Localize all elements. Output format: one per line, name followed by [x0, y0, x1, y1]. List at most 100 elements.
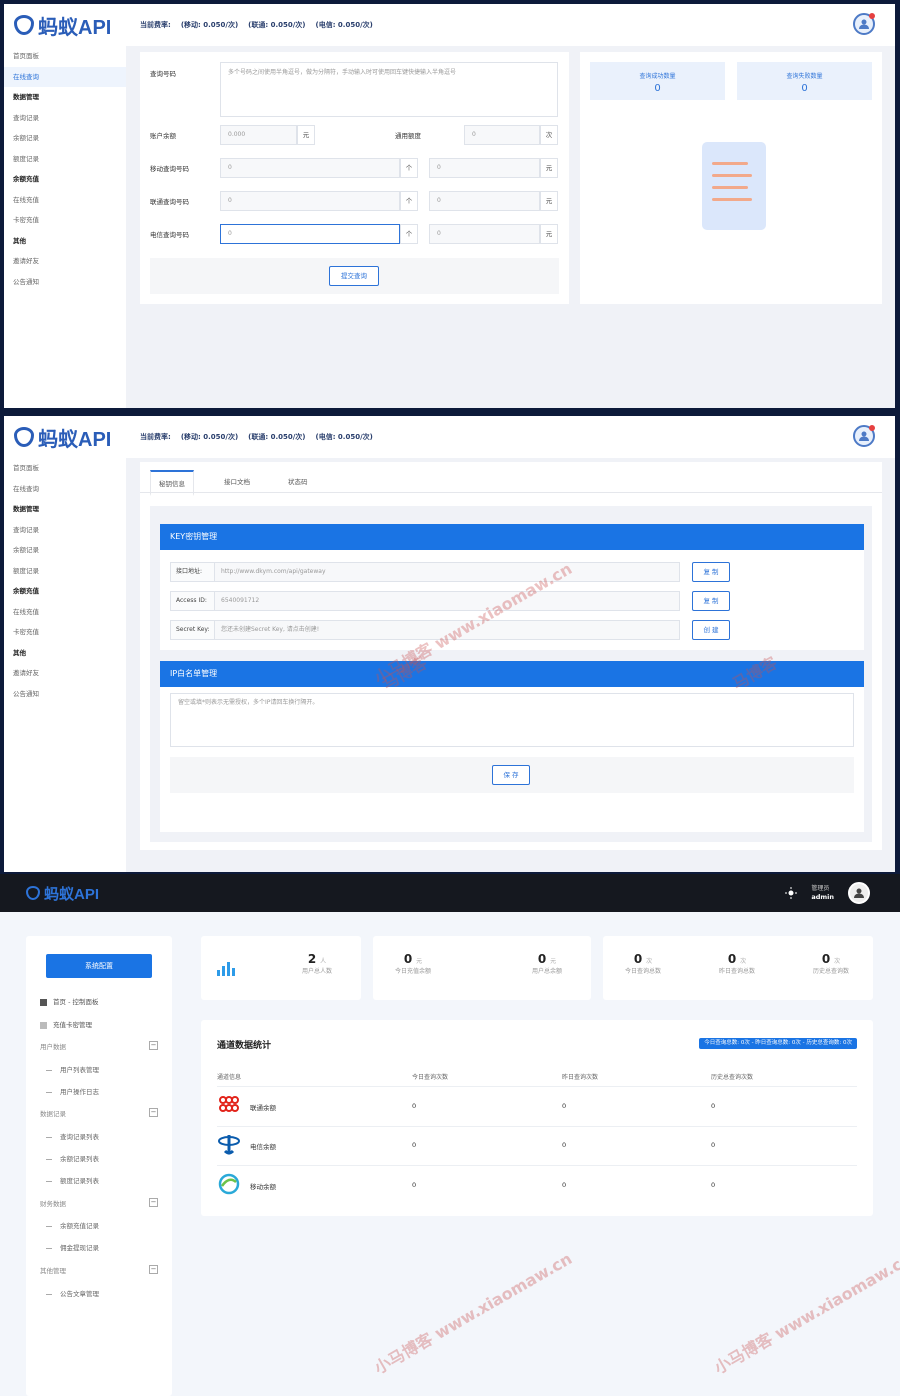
copy-access-id-button[interactable]: 复 制	[692, 591, 730, 611]
save-button[interactable]: 保 存	[492, 765, 530, 785]
telecom-count-unit: 个	[400, 224, 418, 244]
sidebar-item-online-query[interactable]: 在线查询	[4, 66, 126, 87]
stat-today-query-unit: 次	[646, 958, 653, 965]
sidebar-item-quota-records[interactable]: 额度记录	[4, 149, 126, 170]
sidebar-item-invite[interactable]: 邀请好友	[4, 251, 126, 272]
collapse-users-icon[interactable]: −	[149, 1041, 158, 1050]
unicom-count-unit: 个	[400, 191, 418, 211]
user-avatar-2[interactable]	[853, 425, 875, 447]
sidebar-item-card-recharge[interactable]: 卡密充值	[4, 622, 126, 643]
menu-home[interactable]: 首页 - 控制面板	[40, 996, 98, 1006]
ip-section-body: 留空或填*则表示无需授权，多个IP请回车换行隔开。 保 存	[160, 687, 864, 832]
stat-users-label: 用户总人数	[301, 968, 332, 975]
channel-stats-card: 通道数据统计 今日查询总数: 0次 - 昨日查询总数: 0次 - 历史总查询数:…	[201, 1020, 873, 1216]
menu-group-finance[interactable]: 财务数据	[40, 1198, 66, 1208]
empty-document-icon	[702, 142, 766, 230]
sidebar-item-card-recharge[interactable]: 卡密充值	[4, 210, 126, 231]
collapse-records-icon[interactable]: −	[149, 1108, 158, 1117]
ant-icon	[14, 15, 34, 35]
collapse-other-icon[interactable]: −	[149, 1265, 158, 1274]
menu-balance-list[interactable]: 余额记录列表	[46, 1153, 99, 1163]
key-section-title: KEY密钥管理	[160, 524, 864, 550]
sidebar-item-balance-records[interactable]: 余额记录	[4, 128, 126, 149]
secret-key-value: 您还未创建Secret Key, 请点击创建!	[221, 626, 320, 633]
sidebar-item-home[interactable]: 首页面板	[4, 458, 126, 479]
sidebar-item-online-recharge[interactable]: 在线充值	[4, 190, 126, 211]
unicom-count-input[interactable]: 0	[220, 191, 400, 211]
row-divider	[217, 1126, 857, 1127]
api-url-value: http://www.dkym.com/api/gateway	[221, 568, 326, 575]
ip-whitelist-textarea[interactable]: 留空或填*则表示无需授权，多个IP请回车换行隔开。	[170, 693, 854, 747]
notify-dot	[869, 425, 875, 431]
user-icon	[859, 431, 869, 441]
tab-divider	[140, 492, 882, 493]
header-divider	[217, 1086, 857, 1087]
menu-withdraw-rec[interactable]: 佣金提现记录	[46, 1242, 99, 1252]
success-count-label: 查询成功数量	[639, 73, 676, 80]
logo[interactable]: 蚂蚁API	[4, 11, 128, 40]
admin-role: 管理员	[811, 884, 830, 892]
row-unicom-name: 联通余额	[250, 1104, 276, 1112]
menu-group-records[interactable]: 数据记录	[40, 1108, 66, 1118]
system-config-button[interactable]: 系统配置	[46, 954, 152, 978]
stat-history-query-unit: 次	[834, 958, 841, 965]
sidebar-item-quota-records[interactable]: 额度记录	[4, 561, 126, 582]
sidebar-item-notice[interactable]: 公告通知	[4, 272, 126, 293]
stat-yesterday-query: 0 次昨日查询总数	[697, 952, 777, 975]
menu-query-list[interactable]: 查询记录列表	[46, 1131, 99, 1141]
admin-user-area: 管理员 admin	[785, 882, 870, 904]
stat-history-query: 0 次历史总查询数	[791, 952, 871, 975]
create-secret-key-button[interactable]: 创 建	[692, 620, 730, 640]
unicom-label: 联通查询号码	[150, 198, 189, 206]
row-telecom-yesterday: 0	[562, 1141, 567, 1149]
row-telecom-history: 0	[711, 1141, 716, 1149]
logo-text: 蚂蚁API	[38, 16, 112, 39]
sidebar-item-online-recharge[interactable]: 在线充值	[4, 602, 126, 623]
balance-label: 账户余额	[150, 132, 176, 140]
submit-query-button[interactable]: 提交查询	[329, 266, 379, 286]
telecom-cost-input: 0	[429, 224, 540, 244]
menu-user-list[interactable]: 用户列表管理	[46, 1064, 99, 1074]
sidebar-item-notice[interactable]: 公告通知	[4, 684, 126, 705]
collapse-finance-icon[interactable]: −	[149, 1198, 158, 1207]
sidebar-item-query-records[interactable]: 查询记录	[4, 520, 126, 541]
quota-label: 通用额度	[395, 132, 421, 140]
logo-2[interactable]: 蚂蚁API	[4, 423, 128, 452]
menu-card[interactable]: 充值卡密管理	[40, 1019, 92, 1029]
sun-icon[interactable]	[785, 887, 798, 899]
admin-logo[interactable]: 蚂蚁API	[0, 883, 124, 904]
sidebar-item-balance-records[interactable]: 余额记录	[4, 540, 126, 561]
rate-unicom: (联通: 0.050/次)	[248, 433, 306, 441]
menu-article[interactable]: 公告文章管理	[46, 1288, 99, 1298]
key-section-body: 接口地址: http://www.dkym.com/api/gateway 复 制…	[160, 550, 864, 650]
balance-input: 0.000	[220, 125, 297, 145]
sidebar-item-online-query[interactable]: 在线查询	[4, 479, 126, 500]
admin-avatar[interactable]	[848, 882, 870, 904]
menu-group-users[interactable]: 用户数据	[40, 1041, 66, 1051]
unicom-cost-input: 0	[429, 191, 540, 211]
sidebar-group-data: 数据管理	[13, 505, 39, 513]
rate-label: 当前费率:	[140, 21, 171, 29]
query-form-card: 查询号码 多个号码之间使用半角逗号，做为分隔符，手动输入时可使用回车键快捷输入半…	[140, 52, 569, 304]
user-avatar[interactable]	[853, 13, 875, 35]
ip-section-title: IP白名单管理	[160, 661, 864, 687]
copy-api-url-button[interactable]: 复 制	[692, 562, 730, 582]
menu-quota-list[interactable]: 额度记录列表	[46, 1175, 99, 1185]
menu-group-other[interactable]: 其他管理	[40, 1265, 66, 1275]
telecom-count-input[interactable]: 0	[220, 224, 400, 244]
numbers-textarea[interactable]: 多个号码之间使用半角逗号，做为分隔符，手动输入时可使用回车键快捷输入半角逗号	[220, 62, 558, 117]
result-card: 查询成功数量 0 查询失败数量 0	[580, 52, 882, 304]
rate-label: 当前费率:	[140, 433, 171, 441]
unicom-cost-unit: 元	[540, 191, 558, 211]
secret-key-label: Secret Key:	[171, 621, 215, 639]
mobile-count-input[interactable]: 0	[220, 158, 400, 178]
sidebar-item-query-records[interactable]: 查询记录	[4, 108, 126, 129]
stat-card-users: 2 人用户总人数	[201, 936, 361, 1000]
sidebar-item-invite[interactable]: 邀请好友	[4, 663, 126, 684]
row-mobile-yesterday: 0	[562, 1181, 567, 1189]
sidebar-group-recharge: 余额充值	[13, 587, 39, 595]
sidebar-item-home[interactable]: 首页面板	[4, 46, 126, 67]
rate-unicom: (联通: 0.050/次)	[248, 21, 306, 29]
menu-recharge-rec[interactable]: 余额充值记录	[46, 1220, 99, 1230]
menu-user-log[interactable]: 用户操作日志	[46, 1086, 99, 1096]
